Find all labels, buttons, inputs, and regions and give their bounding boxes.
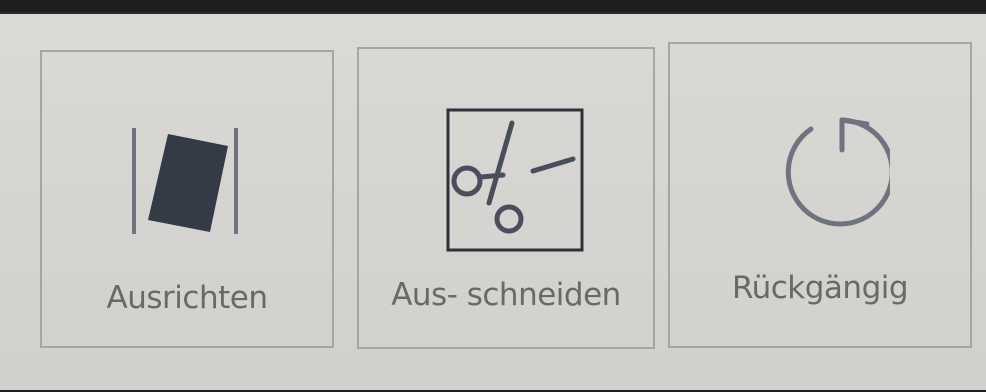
scissors-icon — [446, 108, 584, 252]
toolbar-panel: Ausrichten Aus- schneiden Rückgängig — [0, 12, 986, 390]
undo-button-label: Rückgängig — [731, 270, 909, 306]
cut-button[interactable]: Aus- schneiden — [357, 47, 655, 349]
align-icon — [132, 128, 238, 234]
align-button[interactable]: Ausrichten — [40, 50, 334, 348]
undo-icon — [785, 117, 890, 227]
cut-button-label: Aus- schneiden — [391, 277, 621, 313]
undo-button[interactable]: Rückgängig — [668, 42, 972, 348]
align-button-label: Ausrichten — [106, 280, 268, 316]
